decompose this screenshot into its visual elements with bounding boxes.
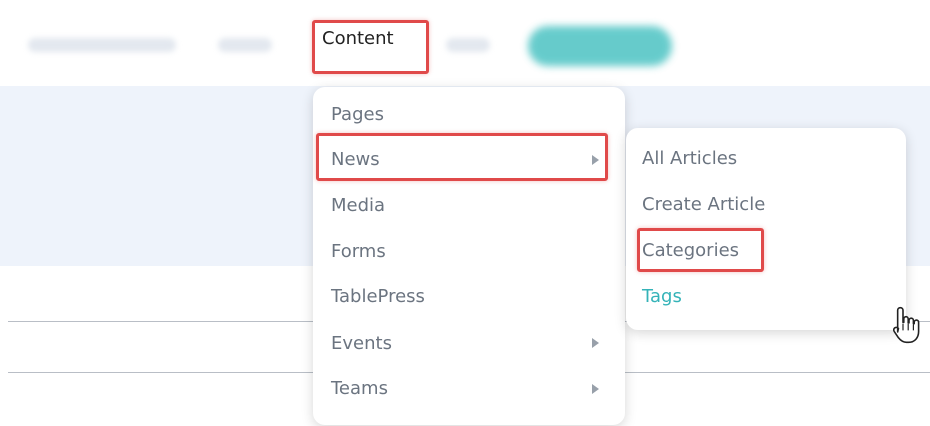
menu-item-forms[interactable]: Forms	[331, 241, 386, 262]
menu-item-pages[interactable]: Pages	[331, 104, 384, 125]
nav-item-blurred[interactable]	[218, 38, 272, 52]
submenu-item-all-articles[interactable]: All Articles	[642, 148, 737, 169]
categories-highlight-box	[637, 228, 764, 272]
nav-action-button-blurred[interactable]	[528, 26, 672, 66]
nav-item-blurred[interactable]	[446, 38, 490, 52]
chevron-right-icon	[592, 384, 599, 394]
submenu-item-create-article[interactable]: Create Article	[642, 194, 765, 215]
content-highlight-box	[312, 20, 429, 74]
top-navigation-bar	[0, 22, 930, 68]
menu-item-events[interactable]: Events	[331, 333, 392, 354]
menu-item-teams[interactable]: Teams	[331, 378, 388, 399]
menu-item-tablepress[interactable]: TablePress	[331, 286, 425, 307]
nav-item-blurred[interactable]	[28, 38, 176, 52]
chevron-right-icon	[592, 338, 599, 348]
news-highlight-box	[316, 133, 608, 181]
submenu-item-tags[interactable]: Tags	[642, 286, 682, 307]
hand-pointer-icon	[892, 306, 920, 344]
menu-item-media[interactable]: Media	[331, 195, 385, 216]
